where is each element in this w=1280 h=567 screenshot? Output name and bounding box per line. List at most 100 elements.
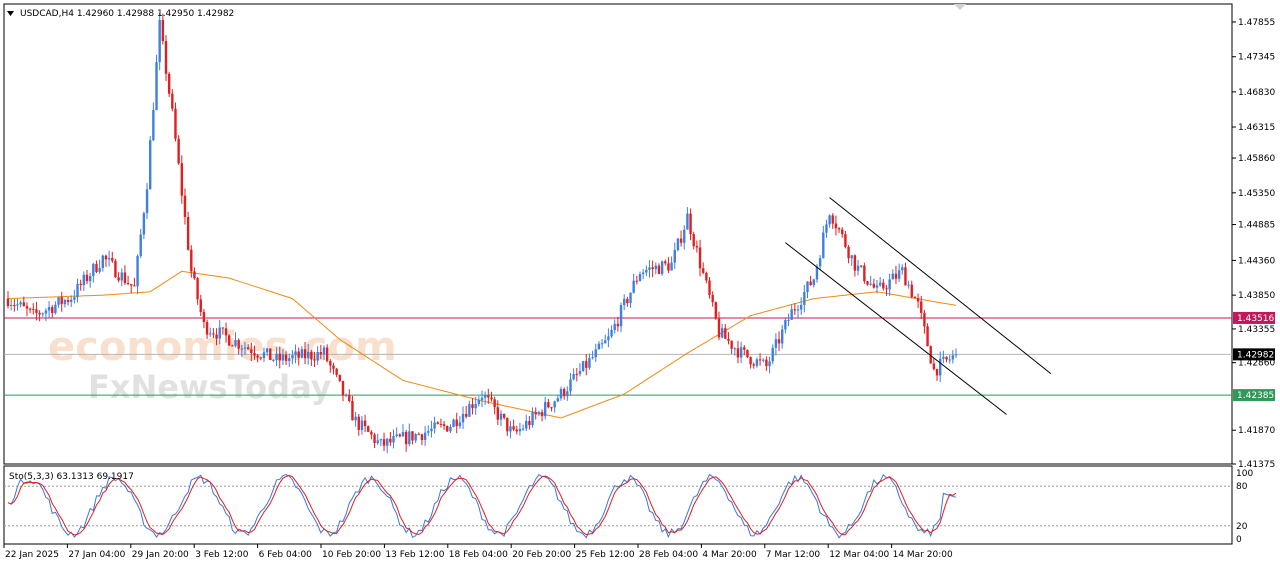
candle-body bbox=[458, 422, 462, 427]
candle-body bbox=[382, 439, 386, 446]
candle-body bbox=[278, 353, 281, 361]
candle-body bbox=[746, 349, 749, 358]
candle-body bbox=[765, 359, 768, 367]
candle-body bbox=[303, 349, 307, 359]
candle-body bbox=[841, 229, 844, 235]
candle-body bbox=[679, 238, 683, 243]
y-tick-label: 1.43850 bbox=[1238, 291, 1275, 301]
candle-body bbox=[692, 234, 695, 247]
candle-body bbox=[199, 299, 202, 312]
candle-body bbox=[82, 274, 86, 286]
candle-body bbox=[275, 353, 278, 360]
candle-body bbox=[376, 440, 379, 444]
candle-body bbox=[41, 313, 44, 315]
candle-body bbox=[885, 288, 888, 290]
x-tick-label: 22 Jan 2025 bbox=[5, 550, 59, 560]
candle-body bbox=[755, 359, 759, 366]
candle-body bbox=[180, 163, 183, 196]
candle-body bbox=[288, 358, 291, 361]
candle-body bbox=[174, 108, 177, 139]
candle-body bbox=[123, 272, 127, 284]
candle-body bbox=[351, 401, 354, 421]
candle-body bbox=[250, 349, 253, 354]
candle-body bbox=[686, 213, 689, 230]
symbol-header: USDCAD,H4 1.42960 1.42988 1.42950 1.4298… bbox=[20, 9, 234, 19]
candle-body bbox=[720, 328, 724, 338]
candle-body bbox=[490, 397, 493, 400]
candle-body bbox=[641, 272, 645, 275]
candle-body bbox=[57, 297, 60, 305]
candle-body bbox=[910, 284, 913, 297]
candle-body bbox=[714, 302, 718, 319]
candle-body bbox=[209, 333, 212, 335]
candle-body bbox=[812, 279, 815, 286]
price-axis: 1.47855 1.47345 1.46830 1.46315 1.45860 1.453… bbox=[1232, 18, 1275, 470]
candle-body bbox=[664, 261, 667, 264]
candle-body bbox=[190, 249, 193, 272]
candle-body bbox=[16, 304, 19, 306]
candle-body bbox=[942, 356, 945, 359]
candle-body bbox=[414, 434, 417, 441]
candle-body bbox=[155, 62, 158, 110]
candle-body bbox=[651, 267, 654, 270]
stochastic-tick-label: 80 bbox=[1236, 482, 1248, 492]
candle-body bbox=[272, 359, 275, 361]
candle-body bbox=[781, 329, 784, 344]
candle-body bbox=[111, 258, 114, 261]
candle-body bbox=[863, 265, 866, 282]
candle-body bbox=[506, 417, 509, 432]
candle-body bbox=[638, 274, 642, 282]
y-tick-label: 1.47345 bbox=[1238, 53, 1275, 63]
candle-body bbox=[777, 339, 781, 344]
candle-body bbox=[752, 364, 755, 366]
candle-body bbox=[616, 323, 620, 327]
candle-body bbox=[297, 351, 300, 358]
candle-body bbox=[856, 265, 860, 271]
candle-body bbox=[575, 374, 578, 376]
candle-body bbox=[316, 352, 319, 361]
candle-body bbox=[705, 272, 708, 281]
candle-body bbox=[784, 319, 787, 330]
candle-body bbox=[408, 431, 411, 445]
y-tick-label: 1.42860 bbox=[1238, 359, 1275, 369]
candle-body bbox=[588, 357, 591, 368]
candle-body bbox=[619, 305, 623, 327]
y-tick-label: 1.46830 bbox=[1238, 88, 1275, 98]
candle-body bbox=[708, 280, 711, 295]
candle-body bbox=[673, 250, 676, 263]
candle-body bbox=[439, 423, 443, 425]
candle-body bbox=[35, 309, 38, 313]
candle-body bbox=[54, 304, 57, 314]
candle-body bbox=[423, 432, 427, 440]
candle-body bbox=[534, 412, 537, 415]
candle-body bbox=[528, 421, 531, 426]
candle-body bbox=[822, 232, 825, 259]
candle-body bbox=[698, 247, 702, 269]
candle-body bbox=[540, 412, 544, 417]
candle-body bbox=[22, 302, 25, 307]
candle-body bbox=[133, 285, 136, 287]
price-chart[interactable]: economies.com FxNewsToday 1.43516 1.42385… bbox=[0, 0, 1280, 567]
candle-body bbox=[787, 319, 790, 321]
candle-body bbox=[205, 321, 209, 335]
candle-body bbox=[158, 19, 161, 63]
x-tick-label: 14 Mar 20:00 bbox=[893, 550, 953, 560]
candle-body bbox=[389, 438, 392, 443]
candle-body bbox=[183, 195, 187, 217]
candle-body bbox=[107, 258, 111, 260]
oscillator-pane[interactable] bbox=[3, 465, 1233, 545]
candle-body bbox=[749, 357, 752, 365]
candle-body bbox=[762, 359, 765, 361]
candle-body bbox=[581, 361, 585, 372]
candle-body bbox=[411, 431, 414, 441]
candle-body bbox=[607, 336, 610, 341]
candle-body bbox=[149, 140, 152, 190]
candle-body bbox=[76, 283, 79, 298]
candle-body bbox=[796, 309, 800, 311]
candle-body bbox=[259, 357, 262, 359]
candle-body bbox=[284, 354, 288, 361]
candle-body bbox=[370, 431, 373, 435]
candle-body bbox=[844, 234, 847, 247]
candle-body bbox=[670, 262, 673, 271]
candle-body bbox=[6, 298, 10, 307]
